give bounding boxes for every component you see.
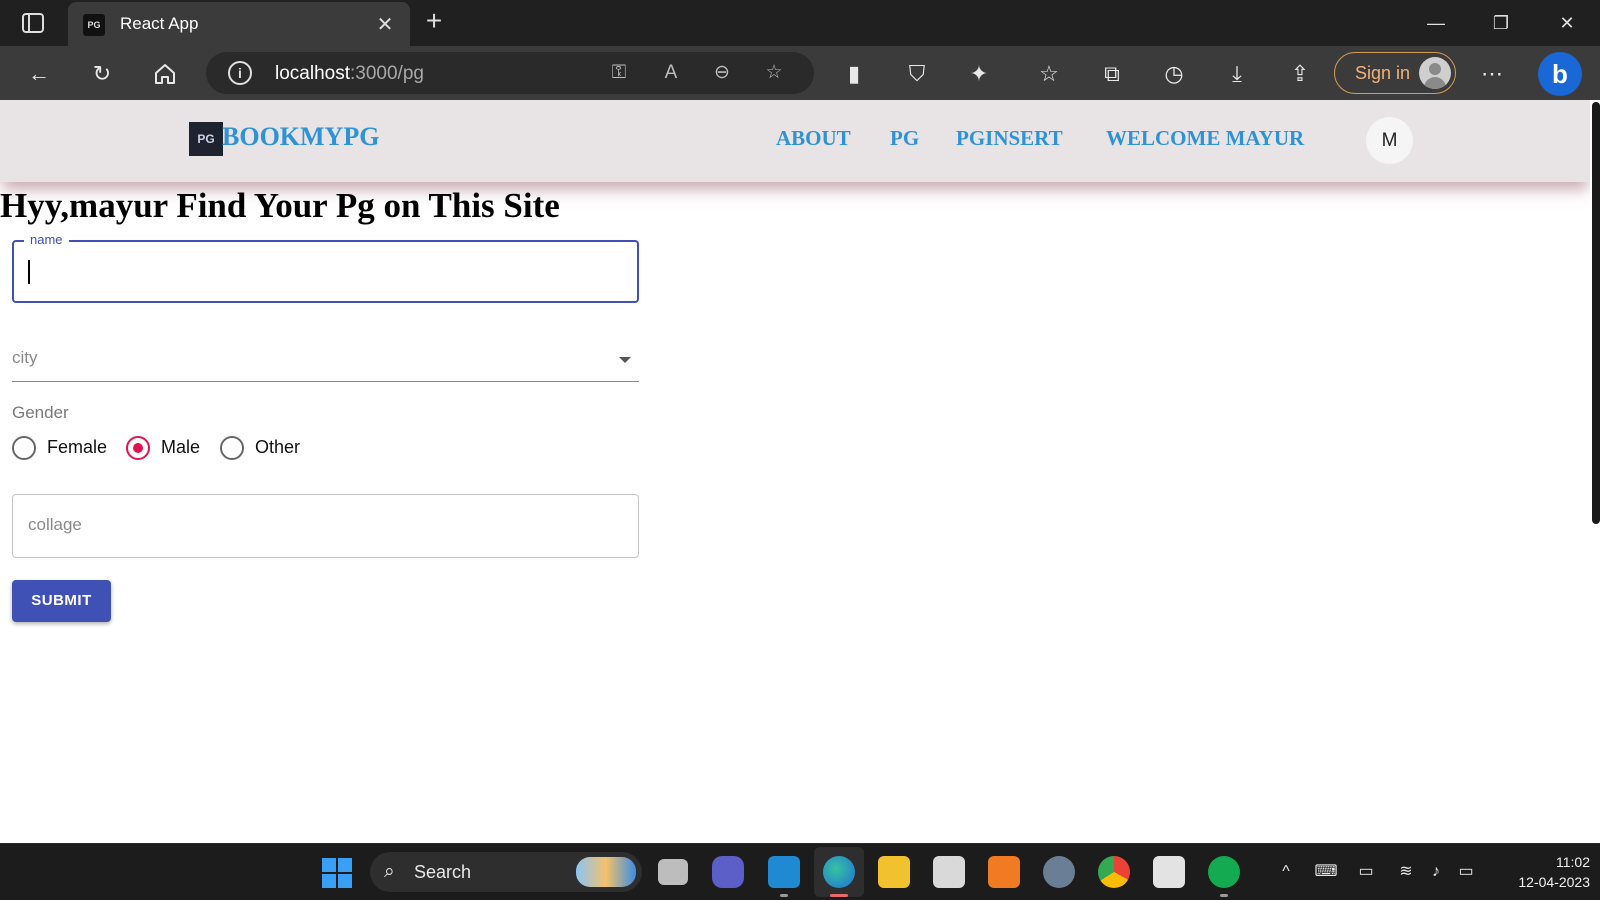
restore-icon[interactable]: ❐ xyxy=(1486,8,1516,38)
brand-link[interactable]: BOOKMYPG xyxy=(222,122,379,152)
refresh-icon[interactable]: ↻ xyxy=(87,59,117,89)
volume-icon[interactable]: ♪ xyxy=(1424,860,1448,884)
radio-label-male: Male xyxy=(161,437,201,457)
page-scrollbar[interactable] xyxy=(1590,100,1600,843)
history-icon[interactable]: ◷ xyxy=(1159,59,1189,89)
sign-in-label: Sign in xyxy=(1355,63,1411,83)
collage-field[interactable]: collage xyxy=(12,494,639,558)
radio-female[interactable] xyxy=(12,436,36,460)
gender-option-male[interactable]: Male xyxy=(126,436,216,462)
read-aloud-icon[interactable]: A xyxy=(658,60,684,86)
snipping-tool-icon[interactable] xyxy=(933,856,965,888)
gender-option-female[interactable]: Female xyxy=(12,436,122,462)
task-view-icon[interactable] xyxy=(658,859,688,885)
tab-favicon-icon: PG xyxy=(83,14,105,36)
store-icon[interactable] xyxy=(1153,856,1185,888)
gender-label: Gender xyxy=(12,403,69,422)
mongodb-icon[interactable] xyxy=(1208,856,1240,888)
profile-avatar-icon xyxy=(1419,57,1451,89)
page-title: Hyy,mayur Find Your Pg on This Site xyxy=(0,186,560,225)
running-indicator xyxy=(780,894,788,897)
wifi-icon[interactable]: ≋ xyxy=(1394,860,1418,884)
radio-label-other: Other xyxy=(255,437,301,457)
file-explorer-icon[interactable] xyxy=(878,856,910,888)
nav-link-about[interactable]: ABOUT xyxy=(776,126,851,151)
nav-link-pg[interactable]: PG xyxy=(890,126,919,151)
more-icon[interactable]: ⋯ xyxy=(1477,59,1507,89)
bing-icon[interactable]: b xyxy=(1538,52,1582,96)
tab-title: React App xyxy=(120,14,199,33)
active-indicator xyxy=(830,894,848,897)
home-icon[interactable] xyxy=(150,59,180,89)
chevron-down-icon xyxy=(619,357,631,363)
chevron-up-icon[interactable]: ^ xyxy=(1274,860,1298,884)
keyboard-icon[interactable]: ⌨ xyxy=(1314,860,1338,884)
browser-tab[interactable]: PG React App ✕ xyxy=(68,2,410,46)
address-bar[interactable]: i localhost:3000/pg ⚿ A ⊖ ☆ xyxy=(206,52,814,94)
collections-icon[interactable]: ⧉ xyxy=(1097,59,1127,89)
radio-label-female: Female xyxy=(47,437,108,457)
search-icon: ⌕ xyxy=(384,861,395,882)
clock-time: 11:02 xyxy=(1556,854,1590,870)
nav-link-pginsert[interactable]: PGINSERT xyxy=(956,126,1063,151)
download-icon[interactable]: ⤓ xyxy=(1222,59,1252,89)
favorite-add-icon[interactable]: ☆ xyxy=(761,60,787,86)
url-text[interactable]: localhost:3000/pg xyxy=(275,63,424,85)
teams-icon[interactable] xyxy=(712,856,744,888)
logo[interactable]: PG xyxy=(189,122,223,156)
minimize-icon[interactable]: — xyxy=(1421,8,1451,38)
site-navbar: PG BOOKMYPG ABOUT PG PGINSERT WELCOME MA… xyxy=(0,100,1590,182)
name-field-label: name xyxy=(24,232,69,247)
browser-toolbar: ← ↻ i localhost:3000/pg ⚿ A ⊖ ☆ ▮ ⛉ ✦ ☆ … xyxy=(0,46,1600,100)
close-icon[interactable]: ✕ xyxy=(374,14,396,36)
taskbar-search[interactable]: ⌕ Search xyxy=(370,852,642,892)
window-close-icon[interactable]: ✕ xyxy=(1552,8,1582,38)
favorites-icon[interactable]: ☆ xyxy=(1034,59,1064,89)
nav-link-welcome[interactable]: WELCOME MAYUR xyxy=(1106,126,1304,151)
windows-taskbar: ⌕ Search ^ ⌨ ▭ ≋ ♪ ▭ 11:02 12-04-2023 xyxy=(0,843,1600,900)
avatar[interactable]: M xyxy=(1366,117,1413,164)
name-field[interactable]: name xyxy=(12,232,639,303)
edge-icon[interactable] xyxy=(823,856,855,888)
display-icon[interactable]: ▭ xyxy=(1354,860,1378,884)
start-icon[interactable] xyxy=(322,858,352,888)
text-caret xyxy=(28,260,30,284)
scrollbar-thumb[interactable] xyxy=(1592,102,1600,524)
sidebar-icon[interactable] xyxy=(18,12,48,34)
browser-tab-bar: PG React App ✕ + — ❐ ✕ xyxy=(0,0,1600,46)
settings-icon[interactable] xyxy=(1043,856,1075,888)
shield-icon[interactable]: ⛉ xyxy=(902,59,932,89)
system-clock[interactable]: 11:02 12-04-2023 xyxy=(1490,852,1590,892)
city-select[interactable]: city xyxy=(12,340,639,382)
back-icon[interactable]: ← xyxy=(24,59,54,89)
puzzle-icon[interactable]: ✦ xyxy=(964,59,994,89)
clock-date: 12-04-2023 xyxy=(1518,874,1590,890)
city-select-label: city xyxy=(12,348,38,367)
xampp-icon[interactable] xyxy=(988,856,1020,888)
gender-option-other[interactable]: Other xyxy=(220,436,310,462)
page-viewport: PG BOOKMYPG ABOUT PG PGINSERT WELCOME MA… xyxy=(0,100,1600,843)
share-icon[interactable]: ⇪ xyxy=(1285,59,1315,89)
running-indicator xyxy=(1220,894,1228,897)
taskbar-search-label: Search xyxy=(414,862,472,882)
sign-in-button[interactable]: Sign in xyxy=(1334,52,1456,94)
info-icon[interactable]: i xyxy=(228,61,252,85)
chrome-icon[interactable] xyxy=(1098,856,1130,888)
search-highlight-icon xyxy=(576,857,636,887)
extension-icon[interactable]: ▮ xyxy=(839,59,869,89)
radio-other[interactable] xyxy=(220,436,244,460)
collage-placeholder: collage xyxy=(28,515,82,534)
new-tab-icon[interactable]: + xyxy=(420,7,448,36)
radio-male[interactable] xyxy=(126,436,150,460)
vscode-icon[interactable] xyxy=(768,856,800,888)
submit-button[interactable]: SUBMIT xyxy=(12,580,111,622)
battery-icon[interactable]: ▭ xyxy=(1454,860,1478,884)
key-icon[interactable]: ⚿ xyxy=(606,60,632,86)
zoom-out-icon[interactable]: ⊖ xyxy=(709,60,735,86)
